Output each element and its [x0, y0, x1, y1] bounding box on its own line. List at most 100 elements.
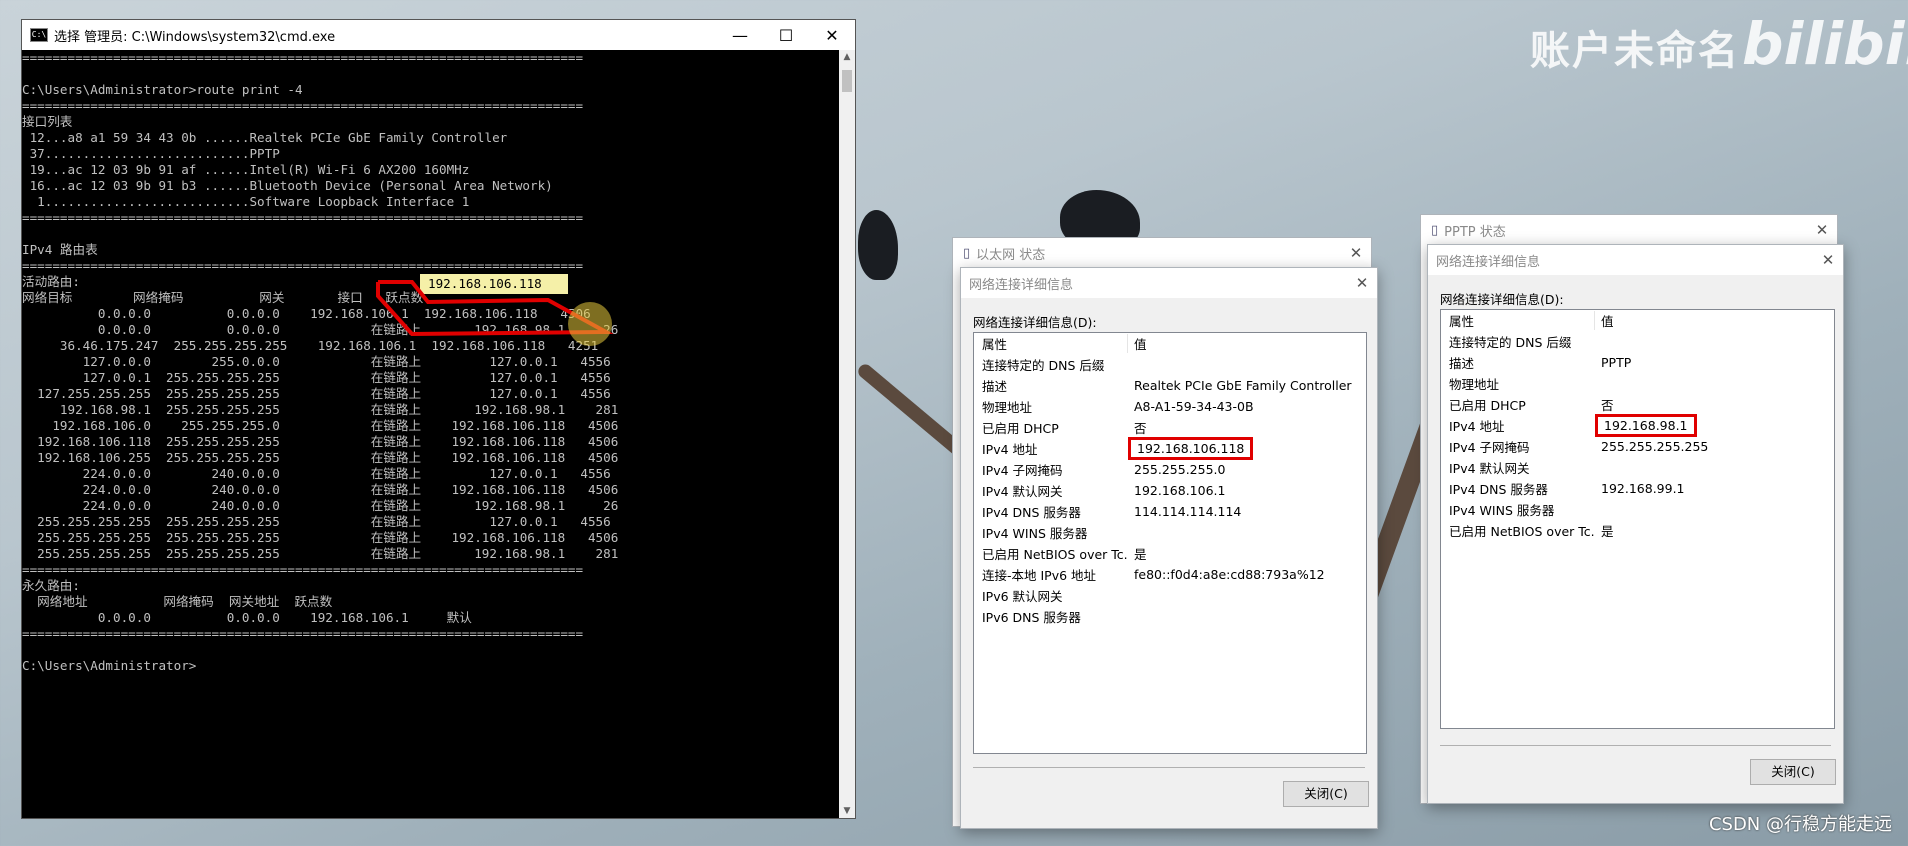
- divider: [973, 767, 1365, 768]
- value-text: A8-A1-59-34-43-0B: [1134, 399, 1254, 414]
- list-header: 属性 值: [974, 333, 1366, 354]
- ethernet-details-dialog[interactable]: 网络连接详细信息 ✕ 网络连接详细信息(D): 属性 值 连接特定的 DNS 后…: [960, 267, 1378, 829]
- list-item[interactable]: 连接特定的 DNS 后缀: [974, 354, 1366, 375]
- property-value: 255.255.255.0: [1128, 462, 1225, 477]
- pptp-details-title: 网络连接详细信息: [1436, 254, 1541, 270]
- property-name: IPv4 地址: [982, 442, 1038, 457]
- network-icon: ▯: [1431, 222, 1439, 238]
- scroll-thumb[interactable]: [842, 70, 852, 92]
- column-property[interactable]: 属性: [1441, 311, 1595, 330]
- property-name: 描述: [1449, 356, 1475, 371]
- list-item[interactable]: IPv6 DNS 服务器: [974, 606, 1366, 627]
- column-value[interactable]: 值: [1128, 334, 1147, 353]
- minimize-button[interactable]: —: [717, 26, 763, 45]
- value-text: fe80::f0d4:a8e:cd88:793a%12: [1134, 567, 1325, 582]
- list-item[interactable]: 已启用 DHCP 否: [974, 417, 1366, 438]
- cmd-window[interactable]: C:\ 选择 管理员: C:\Windows\system32\cmd.exe …: [21, 19, 856, 819]
- console-line: 1...........................Software Loo…: [22, 194, 470, 209]
- close-button[interactable]: ✕: [809, 26, 855, 45]
- console-line: 192.168.106.0 255.255.255.0 在链路上 192.168…: [22, 418, 619, 433]
- value-text: 否: [1601, 398, 1614, 413]
- scroll-up-icon[interactable]: ▲: [839, 52, 855, 62]
- console-line: ========================================…: [22, 98, 584, 113]
- highlighted-value: 192.168.106.118: [1128, 437, 1254, 460]
- pptp-details-dialog[interactable]: 网络连接详细信息 ✕ 网络连接详细信息(D): 属性 值 连接特定的 DNS 后…: [1427, 244, 1844, 804]
- list-item[interactable]: IPv4 DNS 服务器 114.114.114.114: [974, 501, 1366, 522]
- console-line: 127.0.0.0 255.0.0.0 在链路上 127.0.0.1 4556: [22, 354, 611, 369]
- property-name: 连接-本地 IPv6 地址: [982, 568, 1097, 583]
- property-name: 连接特定的 DNS 后缀: [1449, 335, 1572, 350]
- property-value: 255.255.255.255: [1595, 439, 1708, 454]
- list-item[interactable]: 描述 PPTP: [1441, 352, 1834, 373]
- list-item[interactable]: 描述 Realtek PCIe GbE Family Controller: [974, 375, 1366, 396]
- console-line: 127.0.0.1 255.255.255.255 在链路上 127.0.0.1…: [22, 370, 611, 385]
- divider: [1440, 745, 1831, 746]
- details-list[interactable]: 属性 值 连接特定的 DNS 后缀 描述 PPTP 物理地址 已启用 DHCP 否 IPv4…: [1440, 309, 1835, 729]
- list-item[interactable]: IPv6 默认网关: [974, 585, 1366, 606]
- column-value[interactable]: 值: [1595, 311, 1614, 330]
- console-line: 0.0.0.0 0.0.0.0 192.168.106.1 默认: [22, 610, 472, 625]
- property-name: IPv6 默认网关: [982, 589, 1063, 604]
- list-item[interactable]: IPv4 WINS 服务器: [1441, 499, 1834, 520]
- list-item[interactable]: IPv4 DNS 服务器 192.168.99.1: [1441, 478, 1834, 499]
- scroll-down-icon[interactable]: ▼: [839, 806, 855, 816]
- value-text: 192.168.99.1: [1601, 481, 1685, 496]
- list-item[interactable]: 已启用 NetBIOS over Tc... 是: [1441, 520, 1834, 541]
- list-item[interactable]: 已启用 NetBIOS over Tc... 是: [974, 543, 1366, 564]
- details-list[interactable]: 属性 值 连接特定的 DNS 后缀 描述 Realtek PCIe GbE Fami…: [973, 332, 1367, 754]
- close-button[interactable]: 关闭(C): [1283, 781, 1369, 807]
- list-item[interactable]: 连接特定的 DNS 后缀: [1441, 331, 1834, 352]
- value-text: Realtek PCIe GbE Family Controller: [1134, 378, 1352, 393]
- property-value: 否: [1128, 418, 1147, 437]
- value-text: 255.255.255.0: [1134, 462, 1226, 477]
- property-value: 192.168.106.118: [1128, 437, 1254, 460]
- property-name: 已启用 NetBIOS over Tc...: [1449, 524, 1595, 539]
- property-name: 物理地址: [982, 400, 1033, 415]
- close-icon[interactable]: ✕: [1807, 221, 1837, 239]
- maximize-button[interactable]: ☐: [763, 26, 809, 45]
- property-value: 192.168.98.1: [1595, 414, 1697, 437]
- pptp-status-title: PPTP 状态: [1444, 224, 1506, 240]
- property-value: A8-A1-59-34-43-0B: [1128, 399, 1254, 414]
- cmd-icon: C:\: [30, 28, 48, 42]
- column-property[interactable]: 属性: [974, 334, 1128, 353]
- list-item[interactable]: IPv4 默认网关 192.168.106.1: [974, 480, 1366, 501]
- close-button[interactable]: 关闭(C): [1750, 759, 1836, 785]
- account-watermark: 账户未命名: [1530, 28, 1740, 74]
- list-item[interactable]: IPv4 WINS 服务器: [974, 522, 1366, 543]
- list-item[interactable]: IPv4 地址 192.168.98.1: [1441, 414, 1834, 437]
- crow-image: [858, 210, 898, 280]
- console-line: ========================================…: [22, 626, 584, 641]
- list-item[interactable]: IPv4 子网掩码 255.255.255.255: [1441, 436, 1834, 457]
- close-icon[interactable]: ✕: [1813, 251, 1843, 269]
- property-value: 是: [1128, 544, 1147, 563]
- property-value: 192.168.99.1: [1595, 481, 1685, 496]
- close-icon[interactable]: ✕: [1341, 244, 1371, 262]
- console-line: 永久路由:: [22, 578, 80, 593]
- property-value: Realtek PCIe GbE Family Controller: [1128, 378, 1352, 393]
- property-value: PPTP: [1595, 355, 1631, 370]
- value-text: 192.168.106.1: [1134, 483, 1226, 498]
- property-name: 已启用 NetBIOS over Tc...: [982, 547, 1128, 562]
- list-item[interactable]: 已启用 DHCP 否: [1441, 394, 1834, 415]
- property-name: 已启用 DHCP: [1449, 398, 1526, 413]
- console-line: 16...ac 12 03 9b 91 b3 ......Bluetooth D…: [22, 178, 553, 193]
- close-icon[interactable]: ✕: [1347, 274, 1377, 292]
- vertical-scrollbar[interactable]: ▲ ▼: [839, 50, 855, 818]
- list-item[interactable]: 连接-本地 IPv6 地址 fe80::f0d4:a8e:cd88:793a%12: [974, 564, 1366, 585]
- property-name: IPv4 默认网关: [1449, 461, 1530, 476]
- console-line: 127.255.255.255 255.255.255.255 在链路上 127…: [22, 386, 611, 401]
- list-item[interactable]: IPv4 默认网关: [1441, 457, 1834, 478]
- console-line: 12...a8 a1 59 34 43 0b ......Realtek PCI…: [22, 130, 508, 145]
- list-item[interactable]: IPv4 子网掩码 255.255.255.0: [974, 459, 1366, 480]
- console-line: 255.255.255.255 255.255.255.255 在链路上 192…: [22, 530, 619, 545]
- console-line: IPv4 路由表: [22, 242, 98, 257]
- property-name: IPv4 WINS 服务器: [1449, 503, 1555, 518]
- console-line: 224.0.0.0 240.0.0.0 在链路上 192.168.98.1 26: [22, 498, 619, 513]
- cmd-console[interactable]: ========================================…: [22, 50, 839, 818]
- cmd-titlebar[interactable]: C:\ 选择 管理员: C:\Windows\system32\cmd.exe …: [22, 20, 855, 50]
- list-item[interactable]: 物理地址: [1441, 373, 1834, 394]
- list-item[interactable]: IPv4 地址 192.168.106.118: [974, 437, 1366, 460]
- list-item[interactable]: 物理地址 A8-A1-59-34-43-0B: [974, 396, 1366, 417]
- console-line: C:\Users\Administrator>route print -4: [22, 82, 303, 97]
